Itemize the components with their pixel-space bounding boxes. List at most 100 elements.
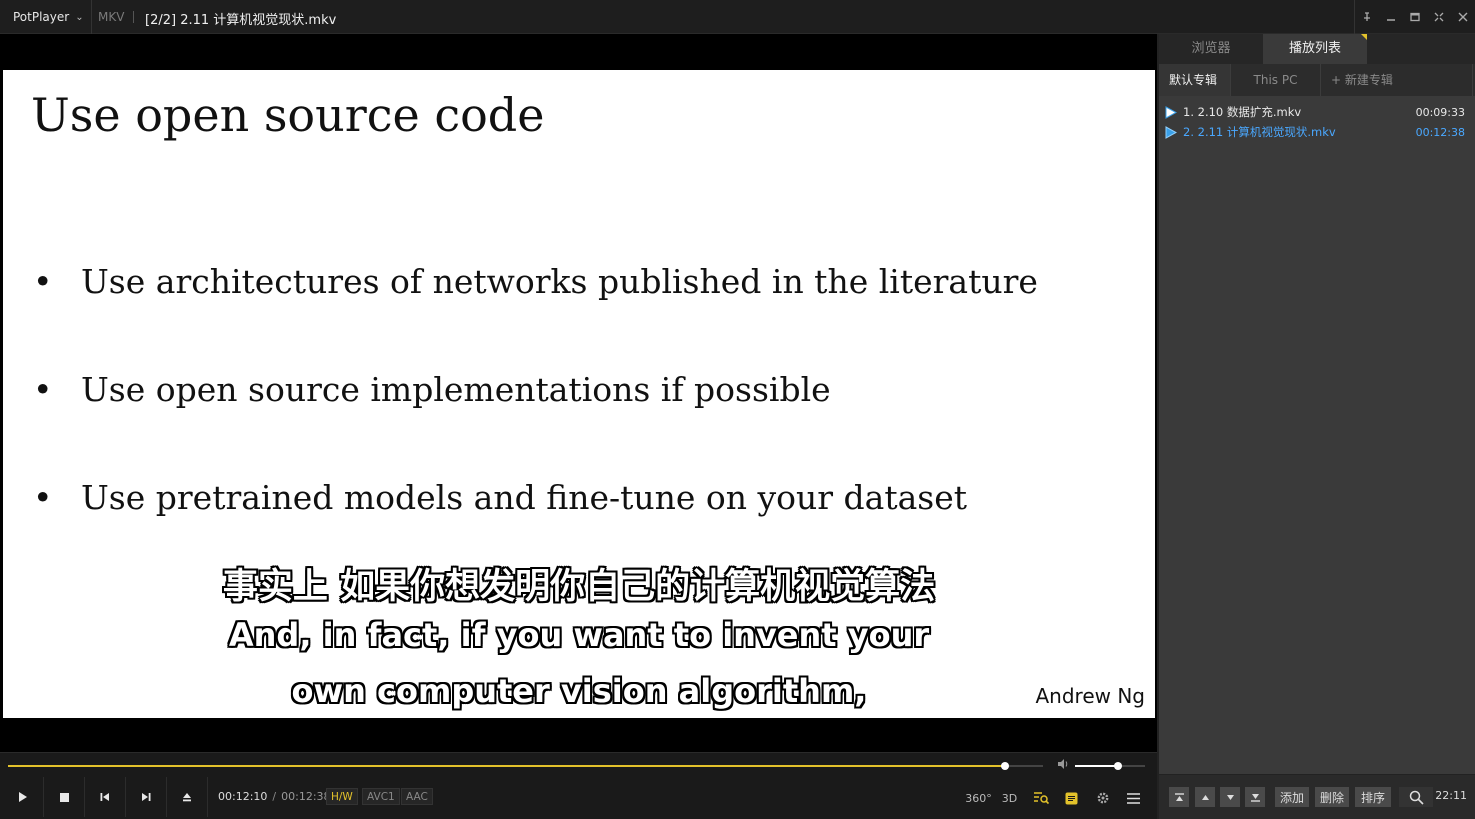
tab-this-pc[interactable]: This PC: [1231, 64, 1321, 96]
title-bar: PotPlayer ⌄ MKV [2/2] 2.11 计算机视觉现状.mkv: [0, 0, 1475, 34]
tab-default-album[interactable]: 默认专辑: [1159, 64, 1231, 96]
slide-bullet: • Use architectures of networks publishe…: [33, 262, 1038, 301]
list-search-icon: [1033, 792, 1049, 805]
tab-playlist[interactable]: 播放列表: [1263, 34, 1367, 64]
previous-button[interactable]: [85, 777, 126, 817]
sort-button[interactable]: 排序: [1355, 787, 1391, 807]
chevron-down-icon: ⌄: [75, 11, 84, 23]
close-button[interactable]: [1451, 0, 1475, 34]
subtitle-button[interactable]: [1056, 789, 1087, 807]
arrow-up-icon: [1201, 794, 1209, 800]
move-top-icon: [1174, 792, 1184, 801]
bullet-text: Use architectures of networks published …: [81, 262, 1038, 301]
window-title: [2/2] 2.11 计算机视觉现状.mkv: [145, 13, 337, 28]
fullscreen-icon: [1434, 12, 1444, 22]
hw-decode-badge[interactable]: H/W: [326, 788, 358, 805]
window-controls: [1354, 0, 1475, 34]
video-codec-badge[interactable]: AVC1: [362, 788, 400, 805]
control-bar: 00:12:10 / 00:12:38 H/W AVC1 AAC 360° 3D: [0, 752, 1157, 819]
eject-icon: [183, 793, 191, 802]
open-file-button[interactable]: [167, 777, 208, 817]
current-time: 00:12:10: [218, 790, 268, 803]
vr-360-button[interactable]: 360°: [963, 789, 994, 807]
subtitle-english-line1: And, in fact, if you want to invent your: [228, 616, 930, 654]
volume-handle[interactable]: [1113, 762, 1122, 770]
album-tabs: 默认专辑 This PC + 新建专辑: [1159, 64, 1475, 96]
maximize-button[interactable]: [1403, 0, 1427, 34]
playlist-item-duration: 00:09:33: [1415, 105, 1465, 119]
subtitle-icon: [1065, 792, 1078, 804]
arrow-down-icon: [1226, 794, 1234, 800]
stop-icon: [59, 792, 69, 802]
tab-browser[interactable]: 浏览器: [1159, 34, 1263, 64]
playlist-item-duration: 00:12:38: [1415, 125, 1465, 139]
playback-buttons: [3, 777, 208, 817]
move-bottom-button[interactable]: [1245, 787, 1265, 807]
format-label: MKV: [98, 10, 125, 24]
move-down-button[interactable]: [1220, 787, 1240, 807]
playlist-search-button[interactable]: [1025, 789, 1056, 807]
menu-button[interactable]: [1118, 789, 1149, 807]
minimize-button[interactable]: [1379, 0, 1403, 34]
slide-bullet: • Use pretrained models and fine-tune on…: [33, 478, 967, 517]
add-button[interactable]: 添加: [1275, 787, 1309, 807]
playlist: 1. 2.10 数据扩充.mkv 00:09:33 2. 2.11 计算机视觉现…: [1165, 102, 1469, 142]
menu-icon: [1127, 792, 1140, 804]
title-divider: [133, 11, 134, 23]
play-marker-icon: [1165, 105, 1183, 119]
next-button[interactable]: [126, 777, 167, 817]
search-button[interactable]: [1399, 787, 1433, 807]
right-controls: 360° 3D: [963, 789, 1149, 807]
pin-button[interactable]: [1355, 0, 1379, 34]
skip-next-icon: [142, 793, 151, 801]
panel-toolbar: 添加 删除 排序 22:11: [1159, 774, 1475, 819]
play-button[interactable]: [3, 777, 44, 817]
bullet-dot: •: [33, 262, 53, 301]
total-duration: 00:12:38: [281, 790, 331, 803]
clock: 22:11: [1435, 789, 1467, 802]
bullet-text: Use open source implementations if possi…: [81, 370, 831, 409]
3d-button[interactable]: 3D: [994, 789, 1025, 807]
slide-title: Use open source code: [31, 88, 545, 142]
close-icon: [1458, 12, 1468, 22]
settings-button[interactable]: [1087, 789, 1118, 807]
bullet-dot: •: [33, 478, 53, 517]
minimize-icon: [1387, 19, 1395, 21]
seek-progress: [8, 765, 1005, 767]
bullet-text: Use pretrained models and fine-tune on y…: [81, 478, 968, 517]
playlist-item-current[interactable]: 2. 2.11 计算机视觉现状.mkv 00:12:38: [1165, 122, 1469, 142]
panel-tabs: 浏览器 播放列表: [1159, 34, 1475, 64]
time-separator: /: [272, 790, 277, 803]
pin-icon: [1364, 12, 1370, 21]
volume-slider[interactable]: [1075, 762, 1145, 770]
volume-level: [1075, 765, 1118, 767]
subtitle-chinese: 事实上 如果你想发明你自己的计算机视觉算法: [222, 567, 936, 607]
playlist-panel: 浏览器 播放列表 默认专辑 This PC + 新建专辑 1. 2.10 数据扩…: [1157, 34, 1475, 819]
playlist-item-name: 1. 2.10 数据扩充.mkv: [1183, 105, 1302, 119]
bullet-dot: •: [33, 370, 53, 409]
subtitle-english-line2: own computer vision algorithm,: [291, 672, 867, 710]
play-marker-icon: [1165, 125, 1183, 139]
audio-codec-badge[interactable]: AAC: [401, 788, 433, 805]
volume-icon[interactable]: [1057, 758, 1069, 773]
new-album-button[interactable]: + 新建专辑: [1321, 64, 1473, 96]
slide-bullet: • Use open source implementations if pos…: [33, 370, 831, 409]
move-up-button[interactable]: [1195, 787, 1215, 807]
video-frame[interactable]: Use open source code • Use architectures…: [3, 70, 1155, 718]
fullscreen-button[interactable]: [1427, 0, 1451, 34]
search-icon: [1409, 790, 1424, 805]
gear-icon: [1097, 792, 1108, 804]
playlist-item[interactable]: 1. 2.10 数据扩充.mkv 00:09:33: [1165, 102, 1469, 122]
time-display: 00:12:10 / 00:12:38: [218, 790, 331, 803]
playlist-item-name: 2. 2.11 计算机视觉现状.mkv: [1183, 125, 1336, 139]
move-bottom-icon: [1250, 793, 1260, 802]
seek-handle[interactable]: [1000, 762, 1009, 770]
stop-button[interactable]: [44, 777, 85, 817]
move-top-button[interactable]: [1169, 787, 1189, 807]
skip-previous-icon: [100, 793, 109, 801]
maximize-icon: [1410, 12, 1420, 22]
play-icon: [19, 792, 27, 802]
seek-bar[interactable]: [8, 762, 1043, 770]
app-menu-button[interactable]: PotPlayer ⌄: [0, 0, 92, 34]
delete-button[interactable]: 删除: [1315, 787, 1349, 807]
